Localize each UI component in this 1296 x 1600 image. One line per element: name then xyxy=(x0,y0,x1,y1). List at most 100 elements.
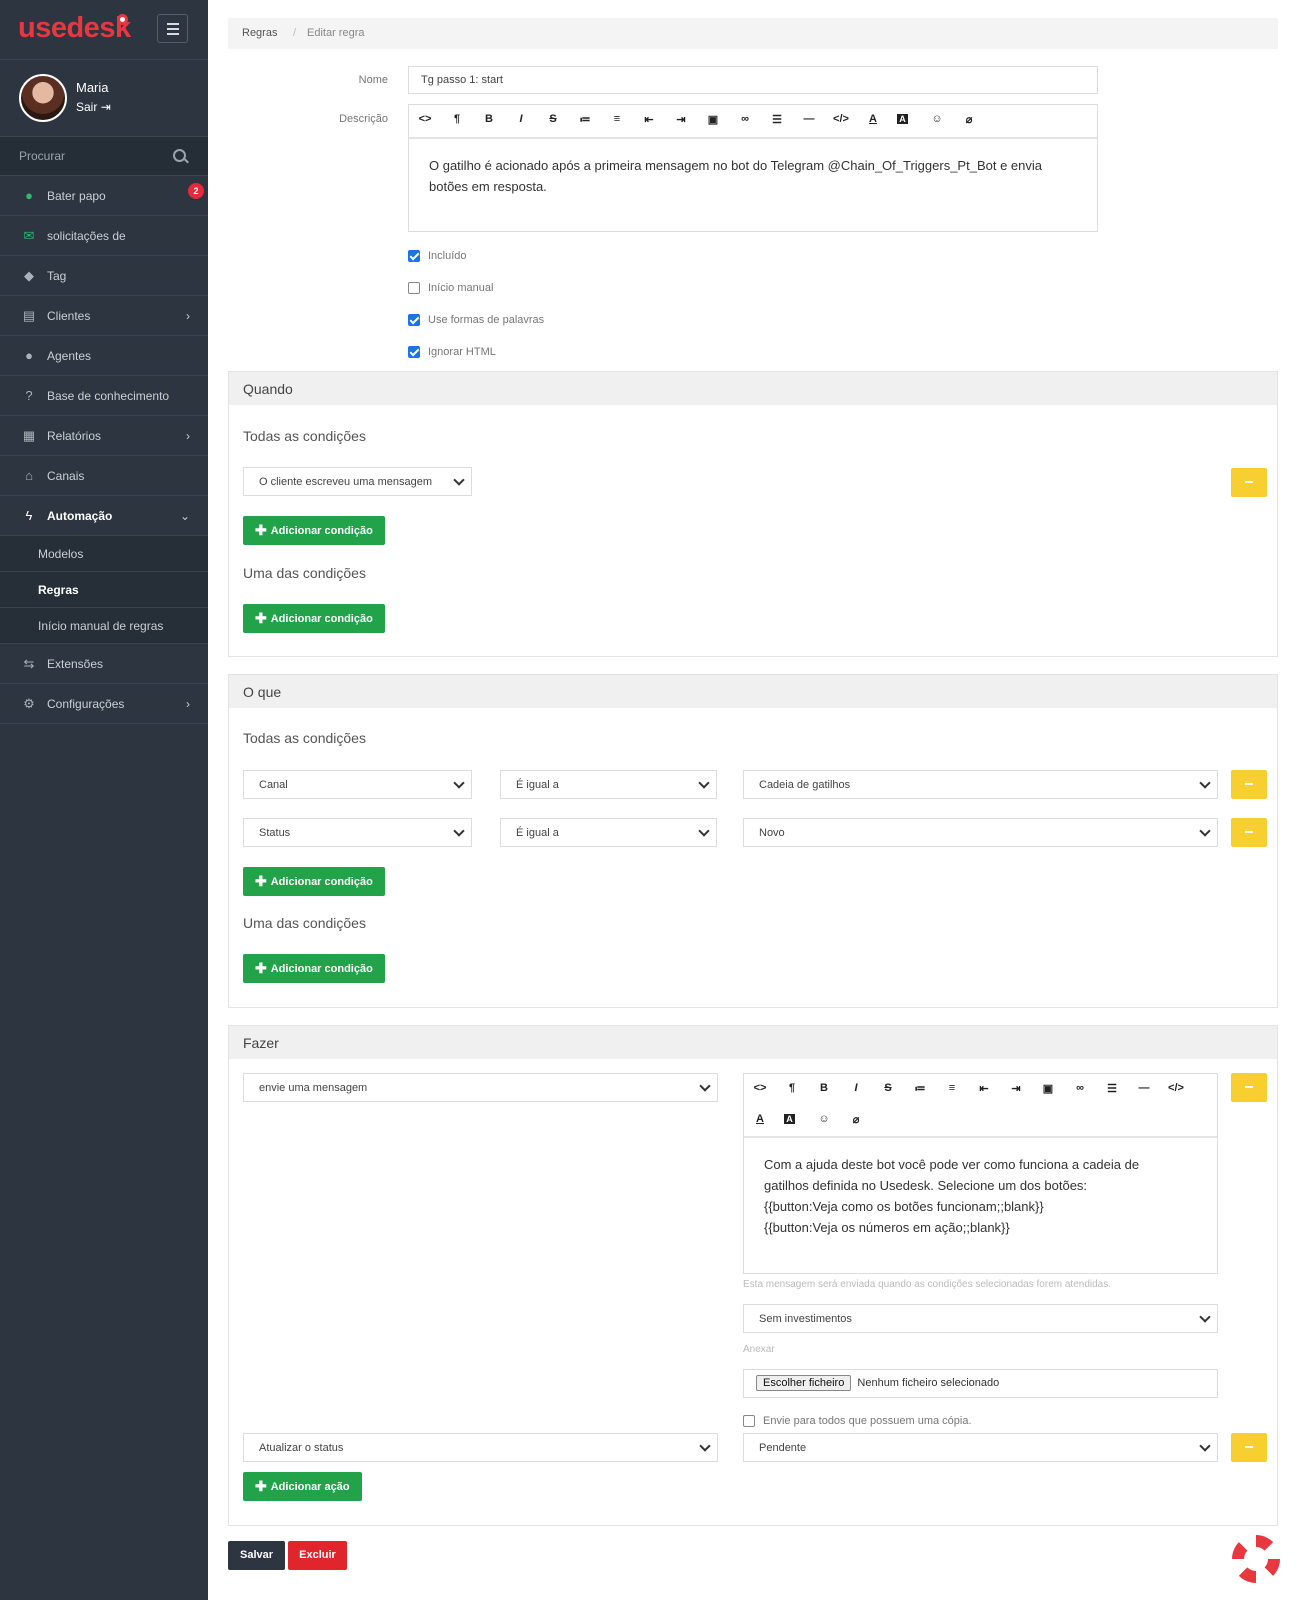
background-color-icon[interactable]: A xyxy=(784,1114,795,1124)
action-select[interactable]: envie uma mensagem xyxy=(243,1073,718,1102)
paperclip-icon[interactable]: ⌀ xyxy=(848,1113,864,1126)
remove-action-button[interactable] xyxy=(1231,1073,1267,1102)
sidebar-item-extensions[interactable]: ⇆ Extensões xyxy=(0,644,208,684)
menu-toggle-button[interactable] xyxy=(157,14,188,43)
sidebar-search[interactable]: Procurar xyxy=(0,137,208,176)
paragraph-icon[interactable]: ¶ xyxy=(784,1082,800,1094)
emoji-icon[interactable]: ☺ xyxy=(929,113,945,125)
checkbox-ignore-html[interactable]: Ignorar HTML xyxy=(408,344,496,360)
paperclip-icon[interactable]: ⌀ xyxy=(961,113,977,126)
sidebar-item-agents[interactable]: ● Agentes xyxy=(0,336,208,376)
html-view-icon[interactable]: <> xyxy=(417,113,433,125)
checkbox-manual-start[interactable]: Início manual xyxy=(408,280,493,296)
horizontal-rule-icon[interactable]: — xyxy=(1136,1082,1152,1094)
save-button[interactable]: Salvar xyxy=(228,1541,285,1570)
sidebar-item-settings[interactable]: ⚙ Configurações › xyxy=(0,684,208,724)
paragraph-icon[interactable]: ¶ xyxy=(449,113,465,125)
indent-icon[interactable]: ⇥ xyxy=(1008,1082,1024,1095)
align-icon[interactable]: ☰ xyxy=(1104,1082,1120,1095)
strikethrough-icon[interactable]: S xyxy=(880,1082,896,1094)
logout-link[interactable]: Sair ⇥ xyxy=(76,100,111,114)
horizontal-rule-icon[interactable]: — xyxy=(801,113,817,125)
operator-select[interactable]: É igual a xyxy=(500,818,717,847)
sidebar-subitem-rules[interactable]: Regras xyxy=(0,572,208,608)
button-label: Adicionar ação xyxy=(270,1480,350,1493)
checkbox[interactable] xyxy=(743,1415,755,1427)
bold-icon[interactable]: B xyxy=(816,1082,832,1094)
italic-icon[interactable]: I xyxy=(848,1082,864,1094)
indent-icon[interactable]: ⇥ xyxy=(673,113,689,126)
add-condition-button[interactable]: ✚ Adicionar condição xyxy=(243,604,385,633)
delete-button[interactable]: Excluir xyxy=(288,1541,347,1570)
checkbox-included[interactable]: Incluído xyxy=(408,248,467,264)
background-color-icon[interactable]: A xyxy=(897,114,908,124)
remove-condition-button[interactable] xyxy=(1231,468,1267,497)
file-input[interactable]: Escolher ficheiro Nenhum ficheiro seleci… xyxy=(743,1369,1218,1398)
remove-action-button[interactable] xyxy=(1231,1433,1267,1462)
remove-condition-button[interactable] xyxy=(1231,770,1267,799)
action-select[interactable]: Atualizar o status xyxy=(243,1433,718,1462)
value-select[interactable]: Novo xyxy=(743,818,1218,847)
html-view-icon[interactable]: <> xyxy=(752,1082,768,1094)
breadcrumb-root-link[interactable]: Regras xyxy=(242,27,277,39)
bullet-list-icon[interactable]: ≔ xyxy=(912,1082,928,1095)
bullet-list-icon[interactable]: ≔ xyxy=(577,113,593,126)
image-icon[interactable]: ▣ xyxy=(705,113,721,126)
font-color-icon[interactable]: A xyxy=(865,113,881,125)
value-select[interactable]: Cadeia de gatilhos xyxy=(743,770,1218,799)
numbered-list-icon[interactable]: ≡ xyxy=(609,113,625,125)
name-input[interactable]: Tg passo 1: start xyxy=(408,66,1098,94)
link-icon[interactable]: ∞ xyxy=(737,113,753,125)
sidebar-item-channels[interactable]: ⌂ Canais xyxy=(0,456,208,496)
checkbox[interactable] xyxy=(408,250,420,262)
avatar[interactable] xyxy=(19,74,67,122)
code-icon[interactable]: </> xyxy=(1168,1082,1184,1094)
strikethrough-icon[interactable]: S xyxy=(545,113,561,125)
sidebar-item-knowledge-base[interactable]: ? Base de conhecimento xyxy=(0,376,208,416)
search-icon[interactable] xyxy=(173,149,186,162)
emoji-icon[interactable]: ☺ xyxy=(816,1113,832,1125)
remove-condition-button[interactable] xyxy=(1231,818,1267,847)
condition-select[interactable]: O cliente escreveu uma mensagem xyxy=(243,467,472,496)
sidebar-item-clients[interactable]: ▤ Clientes › xyxy=(0,296,208,336)
add-condition-button[interactable]: ✚ Adicionar condição xyxy=(243,954,385,983)
search-input[interactable]: Procurar xyxy=(19,149,65,163)
checkbox[interactable] xyxy=(408,346,420,358)
checkbox[interactable] xyxy=(408,282,420,294)
image-icon[interactable]: ▣ xyxy=(1040,1082,1056,1095)
sidebar-item-automation[interactable]: ϟ Automação ⌄ xyxy=(0,496,208,536)
description-editor[interactable]: <> ¶ B I S ≔ ≡ ⇤ ⇥ ▣ ∞ ☰ — </> A A ☺ ⌀ O… xyxy=(408,104,1098,232)
status-select[interactable]: Pendente xyxy=(743,1433,1218,1462)
sidebar-item-reports[interactable]: ▦ Relatórios › xyxy=(0,416,208,456)
sidebar-item-requests[interactable]: ✉ solicitações de xyxy=(0,216,208,256)
choose-file-button[interactable]: Escolher ficheiro xyxy=(756,1375,852,1391)
user-name[interactable]: Maria xyxy=(76,80,109,95)
editor-toolbar: <> ¶ B I S ≔ ≡ ⇤ ⇥ ▣ ∞ ☰ — </> A A ☺ ⌀ xyxy=(409,105,1097,139)
add-condition-button[interactable]: ✚ Adicionar condição xyxy=(243,516,385,545)
italic-icon[interactable]: I xyxy=(513,113,529,125)
operator-select[interactable]: É igual a xyxy=(500,770,717,799)
sidebar-subitem-manual-rules[interactable]: Início manual de regras xyxy=(0,608,208,644)
outdent-icon[interactable]: ⇤ xyxy=(976,1082,992,1095)
sidebar-subitem-models[interactable]: Modelos xyxy=(0,536,208,572)
add-condition-button[interactable]: ✚ Adicionar condição xyxy=(243,867,385,896)
template-select[interactable]: Sem investimentos xyxy=(743,1304,1218,1333)
align-icon[interactable]: ☰ xyxy=(769,113,785,126)
checkbox-word-forms[interactable]: Use formas de palavras xyxy=(408,312,544,328)
logo[interactable]: usedesk xyxy=(18,12,131,45)
field-select[interactable]: Status xyxy=(243,818,472,847)
link-icon[interactable]: ∞ xyxy=(1072,1082,1088,1094)
bold-icon[interactable]: B xyxy=(481,113,497,125)
field-select[interactable]: Canal xyxy=(243,770,472,799)
outdent-icon[interactable]: ⇤ xyxy=(641,113,657,126)
sidebar-item-tag[interactable]: ◆ Tag xyxy=(0,256,208,296)
sidebar-item-chat[interactable]: ● Bater papo 2 xyxy=(0,176,208,216)
help-lifebuoy-icon[interactable] xyxy=(1232,1535,1280,1583)
font-color-icon[interactable]: A xyxy=(752,1113,768,1125)
checkbox[interactable] xyxy=(408,314,420,326)
numbered-list-icon[interactable]: ≡ xyxy=(944,1082,960,1094)
checkbox-send-copy[interactable]: Envie para todos que possuem uma cópia. xyxy=(743,1413,972,1429)
code-icon[interactable]: </> xyxy=(833,113,849,125)
message-editor[interactable]: <> ¶ B I S ≔ ≡ ⇤ ⇥ ▣ ∞ ☰ — </> A A ☺ ⌀ C… xyxy=(743,1073,1218,1274)
add-action-button[interactable]: ✚ Adicionar ação xyxy=(243,1472,362,1501)
